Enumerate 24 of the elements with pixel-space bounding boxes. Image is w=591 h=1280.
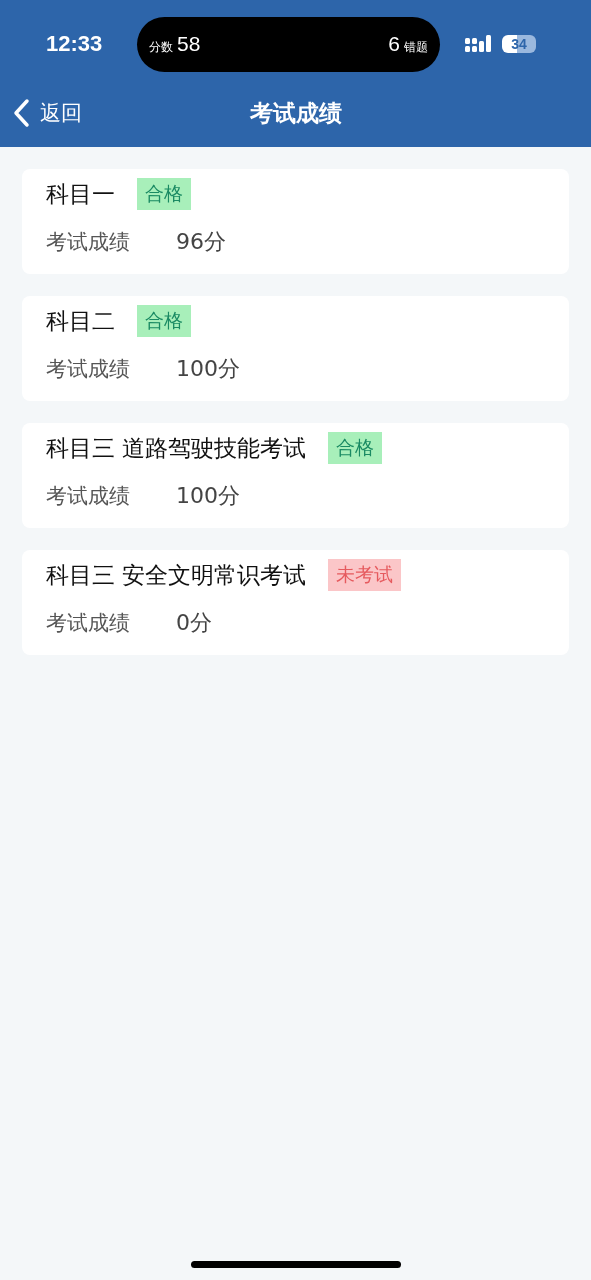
status-time: 12:33 bbox=[46, 31, 104, 57]
score-value: 96分 bbox=[176, 228, 226, 256]
wrong-count: 6 bbox=[388, 32, 400, 56]
status-tag: 合格 bbox=[328, 432, 383, 464]
score-label: 考试成绩 bbox=[46, 229, 130, 256]
score-label: 分数 bbox=[149, 39, 173, 56]
status-tag: 合格 bbox=[137, 305, 191, 337]
score-value: 0分 bbox=[176, 609, 212, 637]
score-value: 58 bbox=[177, 32, 201, 56]
subject-name: 科目三 安全文明常识考试 bbox=[46, 560, 307, 590]
score-label: 考试成绩 bbox=[46, 610, 130, 637]
score-label: 考试成绩 bbox=[46, 356, 130, 383]
chevron-left-icon bbox=[12, 98, 30, 128]
status-tag: 未考试 bbox=[328, 559, 402, 591]
wrong-label: 错题 bbox=[404, 39, 428, 56]
status-tag: 合格 bbox=[137, 178, 191, 210]
page-title: 考试成绩 bbox=[249, 99, 342, 128]
subject-name: 科目二 bbox=[46, 306, 115, 336]
back-button[interactable]: 返回 bbox=[12, 98, 82, 128]
subject-name: 科目一 bbox=[46, 179, 115, 209]
score-value: 100分 bbox=[176, 355, 240, 383]
subject-name: 科目三 道路驾驶技能考试 bbox=[46, 433, 307, 463]
score-label: 考试成绩 bbox=[46, 483, 130, 510]
score-value: 100分 bbox=[176, 482, 240, 510]
